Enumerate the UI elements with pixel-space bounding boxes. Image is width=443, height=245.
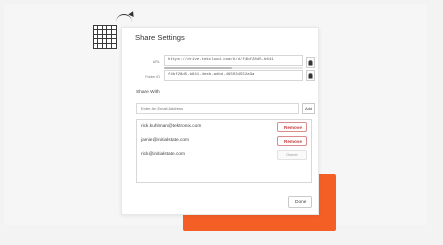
add-button[interactable]: Add [302,103,315,114]
clipboard-icon [308,59,313,65]
modal-title: Share Settings [135,33,185,42]
share-settings-modal: Share Settings URL https://drive.tekclou… [121,27,319,215]
remove-button[interactable]: Remove [277,122,307,132]
folder-id-field[interactable]: f4bf28d5-b641-4eeb-adbd-495034552a3a [164,70,303,81]
url-label: URL [152,60,160,64]
list-item: jamie@initialstate.com Remove [137,135,311,149]
done-button[interactable]: Done [288,196,312,208]
share-with-label: Share With [136,90,160,95]
shared-user-email: jamie@initialstate.com [141,138,190,143]
grid-logo-icon [93,25,117,49]
shared-users-list: rick.kuhlman@tektronix.com Remove jamie@… [136,119,312,183]
email-input[interactable] [136,103,299,114]
shared-user-email: rick.kuhlman@tektronix.com [141,124,202,129]
url-field[interactable]: https://drive.tekcloud.com/#/d/f4bf28d5-… [164,55,303,66]
shared-user-email: rick@initialstate.com [141,152,186,157]
copy-folder-id-button[interactable] [306,70,315,81]
clipboard-icon [308,72,313,78]
copy-url-button[interactable] [306,57,315,68]
logo-arc-icon [116,14,132,25]
remove-button[interactable]: Remove [277,136,307,146]
url-value: https://drive.tekcloud.com/#/d/f4bf28d5-… [168,58,274,62]
app-canvas: Share Settings URL https://drive.tekclou… [0,0,443,245]
list-item: rick@initialstate.com Owner [137,149,311,163]
url-scrollbar-thumb[interactable] [164,67,232,69]
folder-id-label: Folder ID [145,75,160,79]
folder-id-value: f4bf28d5-b641-4eeb-adbd-495034552a3a [168,73,255,77]
list-item: rick.kuhlman@tektronix.com Remove [137,121,311,135]
url-scrollbar[interactable] [164,67,303,69]
owner-badge: Owner [277,150,307,160]
